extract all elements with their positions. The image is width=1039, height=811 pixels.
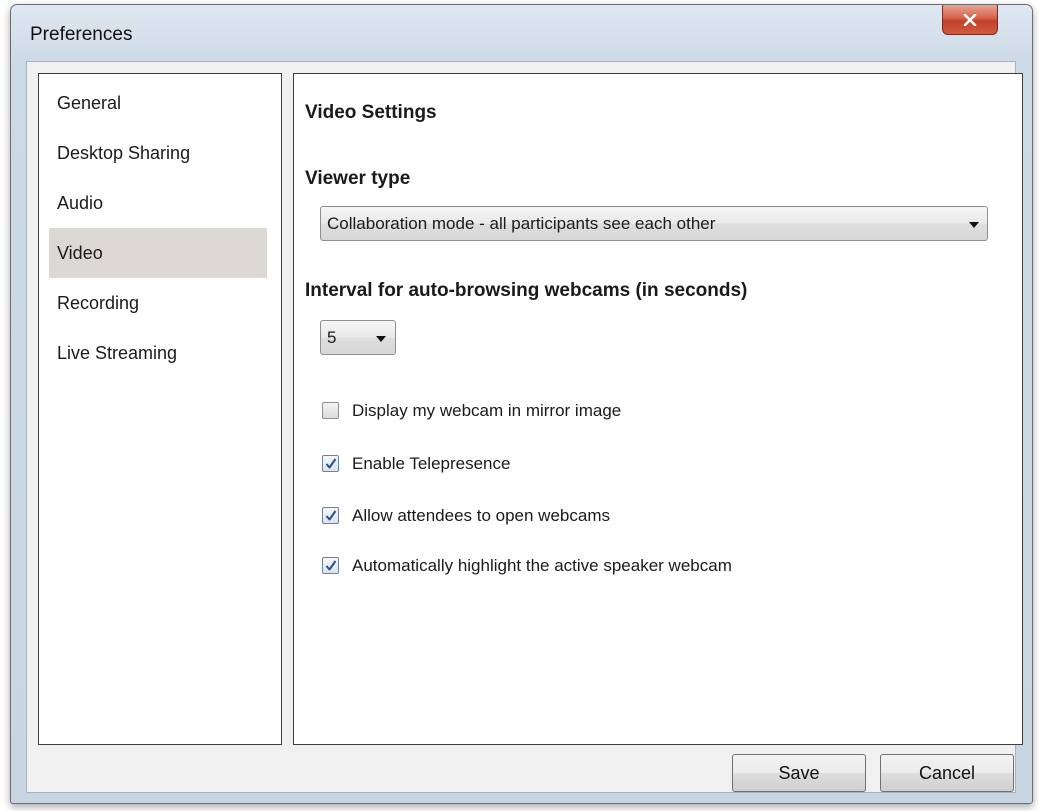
sidebar-item-recording[interactable]: Recording <box>49 278 267 328</box>
option-label: Enable Telepresence <box>352 454 511 473</box>
close-icon <box>963 13 977 26</box>
title-bar[interactable]: Preferences <box>11 5 1032 61</box>
interval-label: Interval for auto-browsing webcams (in s… <box>305 280 748 301</box>
preferences-dialog: Preferences General Desktop Sharing Audi… <box>10 4 1033 804</box>
viewer-type-label: Viewer type <box>305 168 411 189</box>
checkbox-enable-telepresence[interactable] <box>322 455 339 472</box>
sidebar-item-label: Desktop Sharing <box>57 143 191 163</box>
chevron-down-icon <box>969 222 979 228</box>
interval-select[interactable]: 5 <box>320 320 396 355</box>
option-label: Automatically highlight the active speak… <box>352 556 732 575</box>
option-label: Allow attendees to open webcams <box>352 506 610 525</box>
sidebar-item-label: Live Streaming <box>57 343 178 363</box>
checkmark-icon <box>325 560 337 571</box>
dialog-body: General Desktop Sharing Audio Video Reco… <box>26 61 1023 793</box>
checkmark-icon <box>325 458 337 469</box>
sidebar-item-audio[interactable]: Audio <box>49 178 267 228</box>
checkbox-highlight-active-speaker[interactable] <box>322 557 339 574</box>
sidebar-item-live-streaming[interactable]: Live Streaming <box>49 328 267 378</box>
sidebar-item-label: General <box>57 93 122 113</box>
chevron-down-icon <box>376 336 386 342</box>
close-button[interactable] <box>942 5 998 35</box>
sidebar-item-desktop-sharing[interactable]: Desktop Sharing <box>49 128 267 178</box>
window-title: Preferences <box>30 24 133 45</box>
sidebar-item-label: Video <box>57 243 103 263</box>
cancel-button[interactable]: Cancel <box>880 754 1014 792</box>
page-title: Video Settings <box>305 102 437 123</box>
viewer-type-select[interactable]: Collaboration mode - all participants se… <box>320 206 988 241</box>
sidebar-item-video[interactable]: Video <box>49 228 267 278</box>
sidebar-item-label: Recording <box>57 293 140 313</box>
sidebar-item-general[interactable]: General <box>49 78 267 128</box>
video-settings-panel: Video Settings Viewer type Collaboration… <box>293 73 1023 745</box>
checkbox-allow-attendees-webcams[interactable] <box>322 507 339 524</box>
sidebar-item-label: Audio <box>57 193 104 213</box>
save-button[interactable]: Save <box>732 754 866 792</box>
option-label: Display my webcam in mirror image <box>352 401 622 420</box>
interval-value: 5 <box>327 328 337 347</box>
category-list: General Desktop Sharing Audio Video Reco… <box>38 73 282 745</box>
viewer-type-value: Collaboration mode - all participants se… <box>327 214 716 233</box>
checkbox-mirror-image[interactable] <box>322 402 339 419</box>
checkmark-icon <box>325 510 337 521</box>
